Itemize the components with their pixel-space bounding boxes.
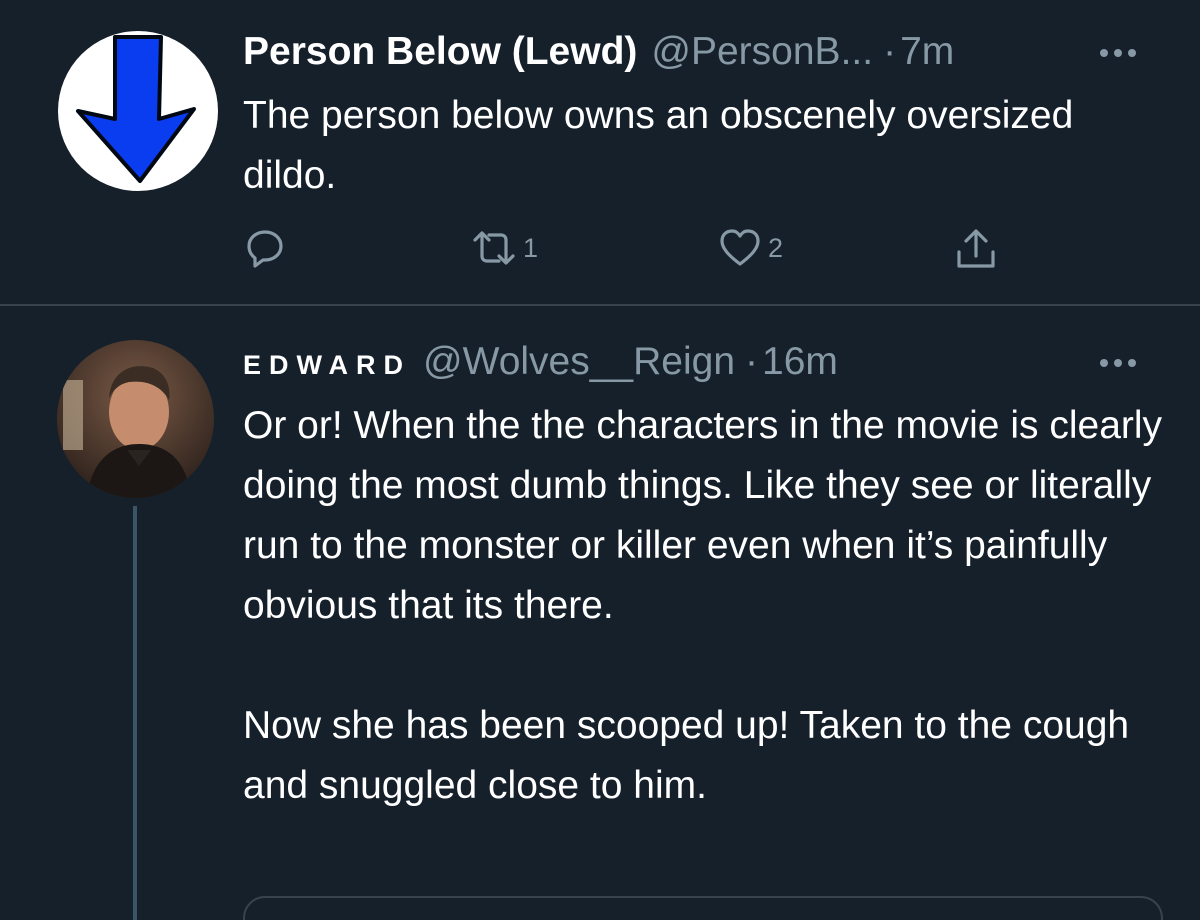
avatar[interactable] xyxy=(57,340,214,498)
tweet-actions: 1 2 xyxy=(243,226,1023,286)
tweet-paragraph: Or or! When the the characters in the mo… xyxy=(243,404,1163,627)
tweet[interactable]: Person Below (Lewd) @PersonB... · 7m The… xyxy=(0,0,1200,305)
tweet-paragraph: Now she has been scooped up! Taken to th… xyxy=(243,704,1130,807)
reply-icon xyxy=(247,230,283,268)
tweet-header: EDWARD @Wolves__Reign · 16m xyxy=(243,340,838,384)
more-options-icon[interactable] xyxy=(1100,49,1136,57)
tweet-header: Person Below (Lewd) @PersonB... · 7m xyxy=(243,30,954,74)
retweet-icon xyxy=(473,231,515,265)
timestamp[interactable]: 16m xyxy=(762,340,838,384)
heart-icon xyxy=(720,229,760,266)
share-icon xyxy=(957,229,995,268)
profile-photo xyxy=(57,340,214,498)
reply-button[interactable] xyxy=(243,226,293,270)
more-options-icon[interactable] xyxy=(1100,359,1136,367)
quoted-media-card[interactable] xyxy=(243,896,1163,920)
tweet-text: Or or! When the the characters in the mo… xyxy=(243,396,1163,816)
user-handle[interactable]: @Wolves__Reign xyxy=(423,340,735,384)
avatar[interactable] xyxy=(58,31,218,191)
retweet-button[interactable]: 1 xyxy=(471,226,538,270)
separator-dot: · xyxy=(745,340,759,383)
user-handle[interactable]: @PersonB... xyxy=(651,30,873,74)
tweet-divider xyxy=(0,304,1200,306)
timestamp[interactable]: 7m xyxy=(900,30,954,74)
like-button[interactable]: 2 xyxy=(718,226,783,270)
display-name[interactable]: EDWARD xyxy=(243,350,411,381)
like-count: 2 xyxy=(768,232,784,263)
timeline: Person Below (Lewd) @PersonB... · 7m The… xyxy=(0,0,1200,920)
share-button[interactable] xyxy=(953,226,999,272)
tweet-text: The person below owns an obscenely overs… xyxy=(243,94,1074,197)
thread-connector xyxy=(133,506,137,920)
display-name[interactable]: Person Below (Lewd) xyxy=(243,30,637,74)
separator-dot: · xyxy=(883,30,897,73)
down-arrow-icon xyxy=(76,35,196,183)
retweet-count: 1 xyxy=(523,232,539,263)
